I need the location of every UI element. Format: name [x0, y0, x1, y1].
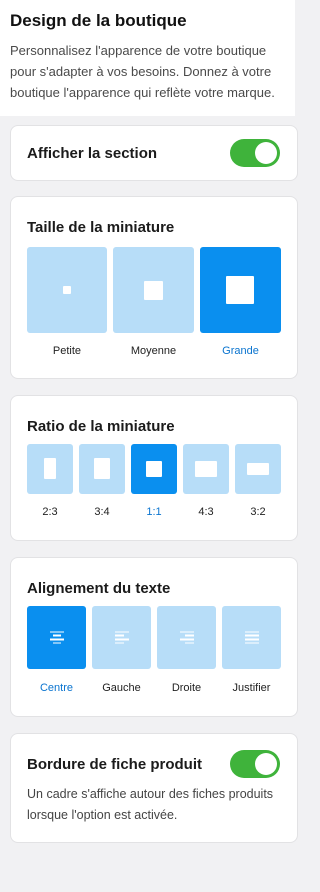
align-label-droite: Droite: [171, 682, 202, 694]
align-label-justifier: Justifier: [232, 682, 271, 694]
align-left-icon: [114, 631, 129, 644]
ratio-option-3-4[interactable]: [79, 444, 125, 494]
show-section-label: Afficher la section: [27, 145, 158, 162]
align-option-justifier[interactable]: [222, 606, 281, 669]
landscape-4-3-icon: [195, 461, 217, 477]
align-center-icon: [49, 631, 64, 644]
ratio-option-4-3[interactable]: [183, 444, 229, 494]
ratio-label-3-2: 3:2: [250, 506, 266, 518]
toggle-knob: [255, 142, 277, 164]
text-alignment-card: Alignement du texte Centre Gauche Droite…: [10, 557, 298, 717]
ratio-option-3-2[interactable]: [235, 444, 281, 494]
medium-square-icon: [144, 281, 163, 300]
large-square-icon: [226, 276, 254, 304]
align-right-icon: [179, 631, 194, 644]
ratio-label-4-3: 4:3: [198, 506, 214, 518]
page-header: Design de la boutique Personnalisez l'ap…: [0, 0, 295, 116]
size-label-grande: Grande: [222, 345, 259, 357]
show-section-toggle[interactable]: [230, 139, 280, 167]
portrait-3-4-icon: [94, 458, 110, 479]
product-border-label: Bordure de fiche produit: [27, 756, 203, 773]
small-square-icon: [63, 286, 71, 294]
size-option-petite[interactable]: [27, 247, 107, 333]
thumbnail-ratio-card: Ratio de la miniature 2:3 3:4 1:1 4:3 3:…: [10, 395, 298, 541]
size-label-petite: Petite: [52, 345, 82, 357]
align-option-centre[interactable]: [27, 606, 86, 669]
portrait-2-3-icon: [44, 458, 56, 479]
size-option-moyenne[interactable]: [113, 247, 194, 333]
ratio-label-3-4: 3:4: [94, 506, 110, 518]
thumbnail-size-title: Taille de la miniature: [27, 219, 175, 236]
align-justify-icon: [244, 631, 259, 644]
landscape-3-2-icon: [247, 463, 269, 475]
toggle-knob: [255, 753, 277, 775]
align-option-droite[interactable]: [157, 606, 216, 669]
show-section-card: Afficher la section: [10, 125, 298, 181]
align-option-gauche[interactable]: [92, 606, 151, 669]
align-label-gauche: Gauche: [102, 682, 141, 694]
product-border-description: Un cadre s'affiche autour des fiches pro…: [27, 787, 274, 822]
thumbnail-size-card: Taille de la miniature Petite Moyenne Gr…: [10, 196, 298, 379]
ratio-label-1-1: 1:1: [146, 506, 162, 518]
product-border-card: Bordure de fiche produit Un cadre s'affi…: [10, 733, 298, 843]
thumbnail-ratio-title: Ratio de la miniature: [27, 418, 175, 435]
page-description: Personnalisez l'apparence de votre bouti…: [10, 43, 275, 100]
size-label-moyenne: Moyenne: [130, 345, 177, 357]
page-title: Design de la boutique: [10, 11, 187, 30]
align-label-centre: Centre: [39, 682, 74, 694]
ratio-option-1-1[interactable]: [131, 444, 177, 494]
ratio-option-2-3[interactable]: [27, 444, 73, 494]
square-1-1-icon: [146, 461, 162, 477]
text-alignment-title: Alignement du texte: [27, 580, 171, 597]
ratio-label-2-3: 2:3: [42, 506, 58, 518]
product-border-toggle[interactable]: [230, 750, 280, 778]
size-option-grande[interactable]: [200, 247, 281, 333]
